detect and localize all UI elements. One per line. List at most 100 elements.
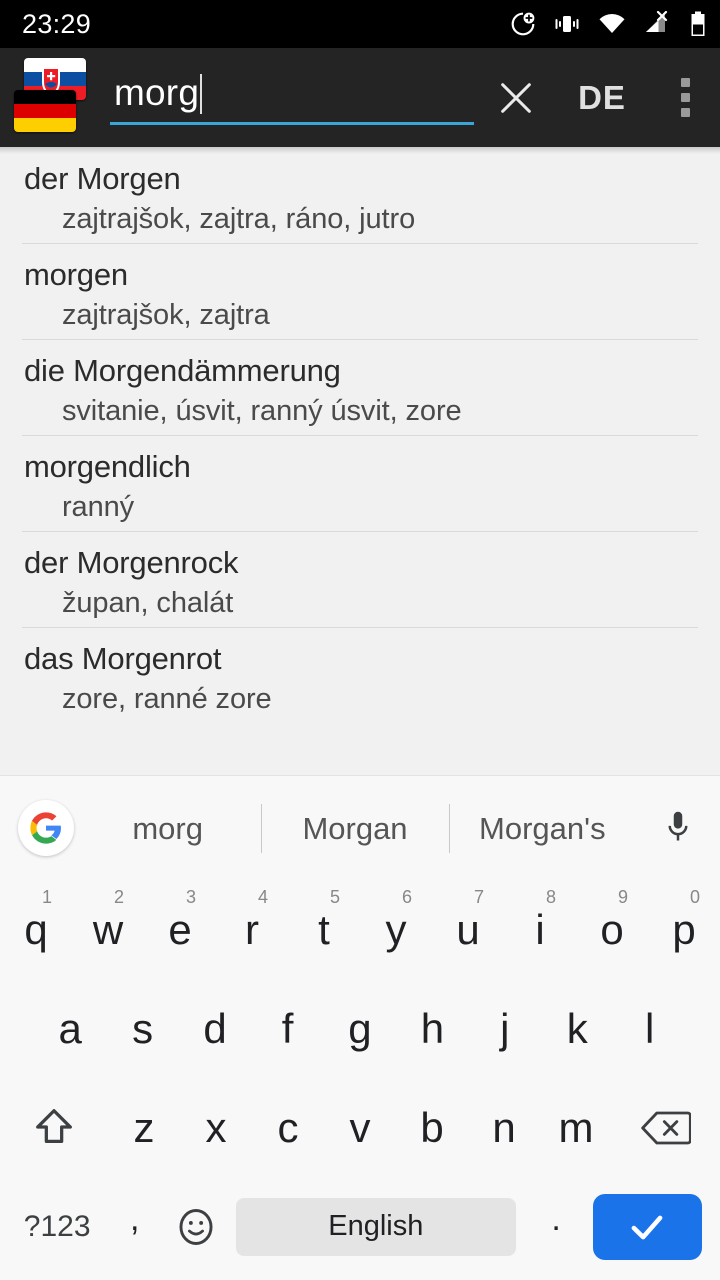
- language-toggle-button[interactable]: DE: [554, 48, 650, 147]
- key-label: f: [281, 1004, 294, 1052]
- language-pair-flags[interactable]: [14, 54, 100, 142]
- key-k[interactable]: k: [541, 979, 613, 1078]
- entry-translation: zore, ranné zore: [62, 683, 272, 715]
- key-hint: 0: [690, 887, 701, 907]
- symbols-key[interactable]: ?123: [10, 1210, 104, 1244]
- status-bar-icons: [510, 11, 706, 37]
- symbols-key-label: ?123: [23, 1209, 91, 1243]
- keyboard-row-1: 1q 2w 3e 4r 5t 6y 7u 8i 9o 0p: [0, 880, 720, 979]
- dictionary-entry[interactable]: morgen zajtrajšok, zajtra: [0, 243, 720, 339]
- search-field-wrapper[interactable]: morg: [106, 72, 474, 125]
- key-y[interactable]: 6y: [360, 880, 432, 979]
- dictionary-entry[interactable]: der Morgen zajtrajšok, zajtra, ráno, jut…: [0, 147, 720, 243]
- voice-input-button[interactable]: [636, 808, 720, 848]
- entry-headword: morgen: [24, 257, 128, 292]
- dictionary-entry[interactable]: das Morgenrot zore, ranné zore: [0, 627, 720, 723]
- key-l[interactable]: l: [614, 979, 686, 1078]
- suggestion-item[interactable]: morg: [74, 776, 261, 881]
- emoji-key[interactable]: [165, 1205, 226, 1249]
- key-o[interactable]: 9o: [576, 880, 648, 979]
- dictionary-entry[interactable]: der Morgenrock župan, chalát: [0, 531, 720, 627]
- keyboard-rows: 1q 2w 3e 4r 5t 6y 7u 8i 9o 0p a s d f g …: [0, 880, 720, 1280]
- key-a[interactable]: a: [34, 979, 106, 1078]
- comma-key[interactable]: ,: [104, 1200, 165, 1253]
- key-v[interactable]: v: [324, 1078, 396, 1177]
- suggestion-item[interactable]: Morgan: [261, 776, 448, 881]
- key-m[interactable]: m: [540, 1078, 612, 1177]
- key-hint: 9: [618, 887, 629, 907]
- key-j[interactable]: j: [469, 979, 541, 1078]
- key-e[interactable]: 3e: [144, 880, 216, 979]
- key-hint: 2: [114, 887, 125, 907]
- status-bar-clock: 23:29: [22, 8, 92, 39]
- backspace-key[interactable]: [612, 1078, 720, 1177]
- google-logo-icon[interactable]: [18, 800, 74, 856]
- search-input[interactable]: morg: [106, 72, 474, 123]
- entry-headword: das Morgenrot: [24, 641, 222, 676]
- shift-key[interactable]: [0, 1078, 108, 1177]
- key-p[interactable]: 0p: [648, 880, 720, 979]
- language-toggle-label: DE: [578, 78, 626, 116]
- no-sim-signal-icon: [643, 11, 673, 37]
- key-hint: 3: [186, 887, 197, 907]
- dictionary-entry[interactable]: die Morgendämmerung svitanie, úsvit, ran…: [0, 339, 720, 435]
- key-s[interactable]: s: [106, 979, 178, 1078]
- key-label: b: [420, 1103, 444, 1151]
- entry-headword: der Morgen: [24, 161, 181, 196]
- key-n[interactable]: n: [468, 1078, 540, 1177]
- key-b[interactable]: b: [396, 1078, 468, 1177]
- key-label: t: [318, 905, 330, 953]
- key-label: p: [672, 905, 696, 953]
- key-t[interactable]: 5t: [288, 880, 360, 979]
- key-label: n: [492, 1103, 516, 1151]
- checkmark-icon: [631, 1215, 663, 1239]
- overflow-menu-button[interactable]: [650, 48, 720, 147]
- dictionary-results-list[interactable]: der Morgen zajtrajšok, zajtra, ráno, jut…: [0, 147, 720, 775]
- key-hint: 7: [474, 887, 485, 907]
- entry-translation: župan, chalát: [62, 587, 234, 619]
- key-label: x: [205, 1103, 227, 1151]
- key-c[interactable]: c: [252, 1078, 324, 1177]
- key-q[interactable]: 1q: [0, 880, 72, 979]
- period-key-label: .: [551, 1200, 561, 1238]
- key-label: g: [348, 1004, 372, 1052]
- key-label: s: [132, 1004, 154, 1052]
- key-g[interactable]: g: [324, 979, 396, 1078]
- entry-translation: svitanie, úsvit, ranný úsvit, zore: [62, 395, 462, 427]
- key-f[interactable]: f: [251, 979, 323, 1078]
- key-label: j: [500, 1004, 510, 1052]
- key-label: k: [566, 1004, 588, 1052]
- germany-flag-icon: [14, 89, 76, 132]
- suggestion-items: morg Morgan Morgan's: [74, 776, 636, 880]
- key-z[interactable]: z: [108, 1078, 180, 1177]
- key-i[interactable]: 8i: [504, 880, 576, 979]
- key-w[interactable]: 2w: [72, 880, 144, 979]
- microphone-icon: [668, 811, 688, 841]
- key-label: h: [420, 1004, 445, 1052]
- key-label: c: [277, 1103, 299, 1151]
- space-key-label: English: [328, 1210, 424, 1242]
- entry-translation: ranný: [62, 491, 135, 523]
- key-label: r: [245, 905, 259, 953]
- key-d[interactable]: d: [179, 979, 251, 1078]
- key-r[interactable]: 4r: [216, 880, 288, 979]
- dictionary-entry[interactable]: morgendlich ranný: [0, 435, 720, 531]
- key-label: d: [203, 1004, 227, 1052]
- entry-headword: morgendlich: [24, 449, 191, 484]
- clear-search-button[interactable]: [478, 48, 554, 147]
- key-h[interactable]: h: [396, 979, 468, 1078]
- entry-headword: der Morgenrock: [24, 545, 239, 580]
- app-toolbar: morg DE: [0, 48, 720, 147]
- key-u[interactable]: 7u: [432, 880, 504, 979]
- suggestion-item[interactable]: Morgan's: [448, 776, 636, 881]
- key-label: a: [58, 1004, 82, 1052]
- key-hint: 4: [258, 887, 269, 907]
- key-x[interactable]: x: [180, 1078, 252, 1177]
- key-label: y: [385, 905, 407, 953]
- key-label: o: [600, 905, 624, 953]
- phone-screen: 23:29 morg DE der Morgen zajtrajšok, zaj…: [0, 0, 720, 1280]
- space-key[interactable]: English: [235, 1197, 516, 1256]
- backspace-icon: [641, 1111, 691, 1144]
- period-key[interactable]: .: [526, 1200, 587, 1253]
- enter-key[interactable]: [592, 1193, 703, 1260]
